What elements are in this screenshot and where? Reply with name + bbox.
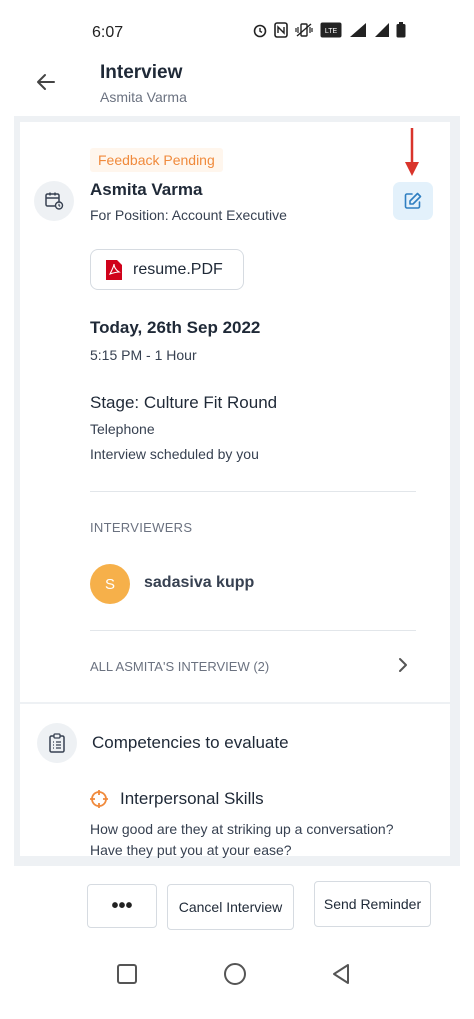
candidate-name: Asmita Varma	[90, 180, 203, 199]
scheduled-by: Interview scheduled by you	[90, 446, 259, 462]
resume-label: resume.PDF	[133, 260, 223, 278]
skill-question: Have they put you at your ease?	[90, 842, 292, 858]
avatar: S	[90, 564, 130, 604]
battery-icon	[396, 22, 406, 43]
clipboard-list-icon	[37, 723, 77, 763]
resume-button[interactable]: resume.PDF	[90, 249, 244, 290]
calendar-clock-icon	[34, 181, 74, 221]
status-time: 6:07	[92, 24, 124, 41]
annotation-arrow-icon	[405, 128, 419, 176]
interview-stage: Stage: Culture Fit Round	[90, 393, 278, 412]
more-options-button[interactable]: •••	[87, 884, 157, 928]
send-reminder-button[interactable]: Send Reminder	[314, 881, 431, 927]
vibrate-icon	[294, 22, 314, 43]
position-text: For Position: Account Executive	[90, 207, 287, 223]
page-title: Interview	[100, 62, 183, 83]
divider	[90, 630, 416, 631]
cancel-interview-button[interactable]: Cancel Interview	[167, 884, 294, 930]
status-bar: 6:07 LTE	[0, 0, 474, 62]
volte-icon: LTE	[320, 22, 342, 43]
chevron-right-icon[interactable]	[396, 655, 410, 681]
skill-question: How good are they at striking up a conve…	[90, 821, 394, 837]
interview-date: Today, 26th Sep 2022	[90, 318, 261, 337]
back-button[interactable]	[30, 66, 62, 98]
skill-title: Interpersonal Skills	[120, 789, 264, 808]
alarm-icon	[252, 22, 268, 43]
recents-icon[interactable]	[117, 964, 137, 984]
divider	[90, 491, 416, 492]
edit-button[interactable]	[393, 182, 433, 220]
edit-icon	[404, 192, 422, 209]
status-badge: Feedback Pending	[90, 148, 223, 172]
home-icon[interactable]	[224, 963, 246, 985]
status-icons: LTE	[252, 22, 406, 43]
interviewer-name: sadasiva kupp	[144, 574, 255, 591]
target-icon	[90, 790, 108, 808]
all-interviews-link[interactable]: ALL ASMITA'S INTERVIEW (2)	[90, 659, 269, 674]
page-subtitle: Asmita Varma	[100, 89, 187, 105]
4g-signal-icon	[348, 22, 368, 43]
nfc-icon	[274, 22, 288, 43]
interview-time: 5:15 PM - 1 Hour	[90, 347, 197, 363]
interviewers-label: INTERVIEWERS	[90, 520, 193, 535]
nav-back-icon[interactable]	[330, 962, 352, 986]
signal-icon	[374, 22, 390, 43]
svg-text:LTE: LTE	[325, 28, 338, 35]
arrow-left-icon	[37, 74, 55, 90]
competencies-title: Competencies to evaluate	[92, 733, 289, 752]
pdf-icon	[106, 259, 122, 280]
interview-mode: Telephone	[90, 421, 155, 437]
